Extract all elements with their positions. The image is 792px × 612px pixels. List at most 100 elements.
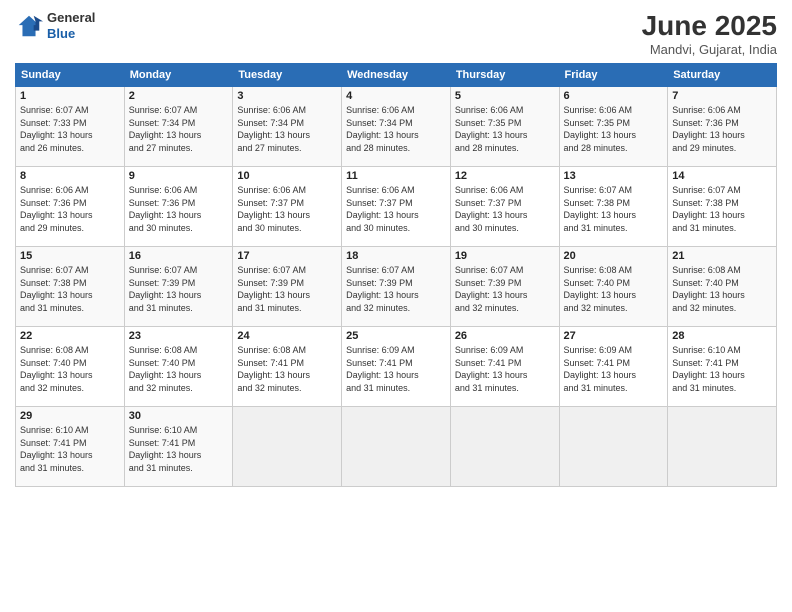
calendar-cell: 6Sunrise: 6:06 AMSunset: 7:35 PMDaylight…	[559, 87, 668, 167]
day-number: 16	[129, 250, 229, 262]
day-number: 29	[20, 410, 120, 422]
calendar-cell: 20 Sunrise: 6:08 AMSunset: 7:40 PMDayligh…	[559, 247, 668, 327]
title-block: June 2025 Mandvi, Gujarat, India	[642, 10, 777, 57]
day-info: Sunrise: 6:07 AMSunset: 7:39 PMDaylight:…	[129, 264, 229, 314]
day-number: 19	[455, 250, 555, 262]
weekday-header-friday: Friday	[559, 64, 668, 87]
day-info: Sunrise: 6:10 AMSunset: 7:41 PMDaylight:…	[672, 344, 772, 394]
day-number: 20	[564, 250, 664, 262]
day-info: Sunrise: 6:06 AMSunset: 7:35 PMDaylight:…	[564, 104, 664, 154]
logo-icon	[15, 12, 43, 40]
day-info: Sunrise: 6:09 AMSunset: 7:41 PMDaylight:…	[455, 344, 555, 394]
day-number: 11	[346, 170, 446, 182]
calendar-cell: 21 Sunrise: 6:08 AMSunset: 7:40 PMDayligh…	[668, 247, 777, 327]
calendar-cell: 1 Sunrise: 6:07 AMSunset: 7:33 PMDaylight…	[16, 87, 125, 167]
day-info: Sunrise: 6:06 AMSunset: 7:34 PMDaylight:…	[346, 104, 446, 154]
calendar-cell	[559, 407, 668, 487]
day-number: 2	[129, 90, 229, 102]
logo-general: General	[47, 10, 95, 25]
calendar-cell: 4 Sunrise: 6:06 AMSunset: 7:34 PMDaylight…	[342, 87, 451, 167]
location: Mandvi, Gujarat, India	[642, 42, 777, 57]
calendar-week-5: 29 Sunrise: 6:10 AMSunset: 7:41 PMDayligh…	[16, 407, 777, 487]
calendar-week-3: 15 Sunrise: 6:07 AMSunset: 7:38 PMDayligh…	[16, 247, 777, 327]
weekday-header-monday: Monday	[124, 64, 233, 87]
day-number: 8	[20, 170, 120, 182]
calendar-cell: 17 Sunrise: 6:07 AMSunset: 7:39 PMDayligh…	[233, 247, 342, 327]
day-number: 17	[237, 250, 337, 262]
day-number: 22	[20, 330, 120, 342]
day-info: Sunrise: 6:06 AMSunset: 7:36 PMDaylight:…	[129, 184, 229, 234]
day-number: 13	[564, 170, 664, 182]
day-info: Sunrise: 6:06 AMSunset: 7:37 PMDaylight:…	[346, 184, 446, 234]
day-number: 3	[237, 90, 337, 102]
day-info: Sunrise: 6:06 AMSunset: 7:35 PMDaylight:…	[455, 104, 555, 154]
calendar-week-2: 8 Sunrise: 6:06 AMSunset: 7:36 PMDaylight…	[16, 167, 777, 247]
calendar-cell	[668, 407, 777, 487]
day-info: Sunrise: 6:06 AMSunset: 7:37 PMDaylight:…	[455, 184, 555, 234]
day-number: 4	[346, 90, 446, 102]
day-number: 5	[455, 90, 555, 102]
calendar-cell: 18Sunrise: 6:07 AMSunset: 7:39 PMDayligh…	[342, 247, 451, 327]
day-number: 9	[129, 170, 229, 182]
day-info: Sunrise: 6:07 AMSunset: 7:39 PMDaylight:…	[237, 264, 337, 314]
day-info: Sunrise: 6:09 AMSunset: 7:41 PMDaylight:…	[564, 344, 664, 394]
day-info: Sunrise: 6:10 AMSunset: 7:41 PMDaylight:…	[129, 424, 229, 474]
calendar-cell: 13 Sunrise: 6:07 AMSunset: 7:38 PMDayligh…	[559, 167, 668, 247]
day-info: Sunrise: 6:07 AMSunset: 7:38 PMDaylight:…	[20, 264, 120, 314]
calendar-cell: 22 Sunrise: 6:08 AMSunset: 7:40 PMDayligh…	[16, 327, 125, 407]
day-info: Sunrise: 6:07 AMSunset: 7:34 PMDaylight:…	[129, 104, 229, 154]
day-info: Sunrise: 6:08 AMSunset: 7:40 PMDaylight:…	[672, 264, 772, 314]
day-number: 27	[564, 330, 664, 342]
day-number: 14	[672, 170, 772, 182]
calendar-cell: 9 Sunrise: 6:06 AMSunset: 7:36 PMDaylight…	[124, 167, 233, 247]
day-number: 23	[129, 330, 229, 342]
calendar-cell: 29 Sunrise: 6:10 AMSunset: 7:41 PMDayligh…	[16, 407, 125, 487]
calendar-cell: 5 Sunrise: 6:06 AMSunset: 7:35 PMDaylight…	[450, 87, 559, 167]
calendar-cell: 15 Sunrise: 6:07 AMSunset: 7:38 PMDayligh…	[16, 247, 125, 327]
day-info: Sunrise: 6:08 AMSunset: 7:41 PMDaylight:…	[237, 344, 337, 394]
day-number: 24	[237, 330, 337, 342]
calendar-cell	[450, 407, 559, 487]
day-number: 12	[455, 170, 555, 182]
day-number: 25	[346, 330, 446, 342]
day-info: Sunrise: 6:07 AMSunset: 7:39 PMDaylight:…	[346, 264, 446, 314]
calendar-cell: 26 Sunrise: 6:09 AMSunset: 7:41 PMDayligh…	[450, 327, 559, 407]
day-info: Sunrise: 6:08 AMSunset: 7:40 PMDaylight:…	[20, 344, 120, 394]
day-info: Sunrise: 6:07 AMSunset: 7:38 PMDaylight:…	[564, 184, 664, 234]
day-number: 15	[20, 250, 120, 262]
calendar-cell: 2 Sunrise: 6:07 AMSunset: 7:34 PMDaylight…	[124, 87, 233, 167]
logo: General Blue	[15, 10, 95, 41]
day-info: Sunrise: 6:09 AMSunset: 7:41 PMDaylight:…	[346, 344, 446, 394]
calendar-cell: 7Sunrise: 6:06 AMSunset: 7:36 PMDaylight…	[668, 87, 777, 167]
day-number: 30	[129, 410, 229, 422]
calendar-cell: 16 Sunrise: 6:07 AMSunset: 7:39 PMDayligh…	[124, 247, 233, 327]
calendar-cell: 23 Sunrise: 6:08 AMSunset: 7:40 PMDayligh…	[124, 327, 233, 407]
calendar-cell: 24 Sunrise: 6:08 AMSunset: 7:41 PMDayligh…	[233, 327, 342, 407]
day-number: 10	[237, 170, 337, 182]
weekday-header-wednesday: Wednesday	[342, 64, 451, 87]
day-number: 7	[672, 90, 772, 102]
month-year: June 2025	[642, 10, 777, 42]
calendar-cell: 28 Sunrise: 6:10 AMSunset: 7:41 PMDayligh…	[668, 327, 777, 407]
day-info: Sunrise: 6:10 AMSunset: 7:41 PMDaylight:…	[20, 424, 120, 474]
day-number: 26	[455, 330, 555, 342]
day-info: Sunrise: 6:07 AMSunset: 7:39 PMDaylight:…	[455, 264, 555, 314]
day-info: Sunrise: 6:08 AMSunset: 7:40 PMDaylight:…	[129, 344, 229, 394]
day-number: 28	[672, 330, 772, 342]
calendar-cell: 19 Sunrise: 6:07 AMSunset: 7:39 PMDayligh…	[450, 247, 559, 327]
calendar-cell: 30 Sunrise: 6:10 AMSunset: 7:41 PMDayligh…	[124, 407, 233, 487]
weekday-header-thursday: Thursday	[450, 64, 559, 87]
day-info: Sunrise: 6:08 AMSunset: 7:40 PMDaylight:…	[564, 264, 664, 314]
calendar-cell	[233, 407, 342, 487]
day-info: Sunrise: 6:07 AMSunset: 7:33 PMDaylight:…	[20, 104, 120, 154]
calendar-cell: 14Sunrise: 6:07 AMSunset: 7:38 PMDayligh…	[668, 167, 777, 247]
calendar: SundayMondayTuesdayWednesdayThursdayFrid…	[15, 63, 777, 487]
calendar-cell: 25 Sunrise: 6:09 AMSunset: 7:41 PMDayligh…	[342, 327, 451, 407]
weekday-header-tuesday: Tuesday	[233, 64, 342, 87]
calendar-cell: 10Sunrise: 6:06 AMSunset: 7:37 PMDayligh…	[233, 167, 342, 247]
calendar-cell	[342, 407, 451, 487]
calendar-week-4: 22 Sunrise: 6:08 AMSunset: 7:40 PMDayligh…	[16, 327, 777, 407]
day-number: 21	[672, 250, 772, 262]
day-number: 1	[20, 90, 120, 102]
calendar-cell: 11 Sunrise: 6:06 AMSunset: 7:37 PMDayligh…	[342, 167, 451, 247]
